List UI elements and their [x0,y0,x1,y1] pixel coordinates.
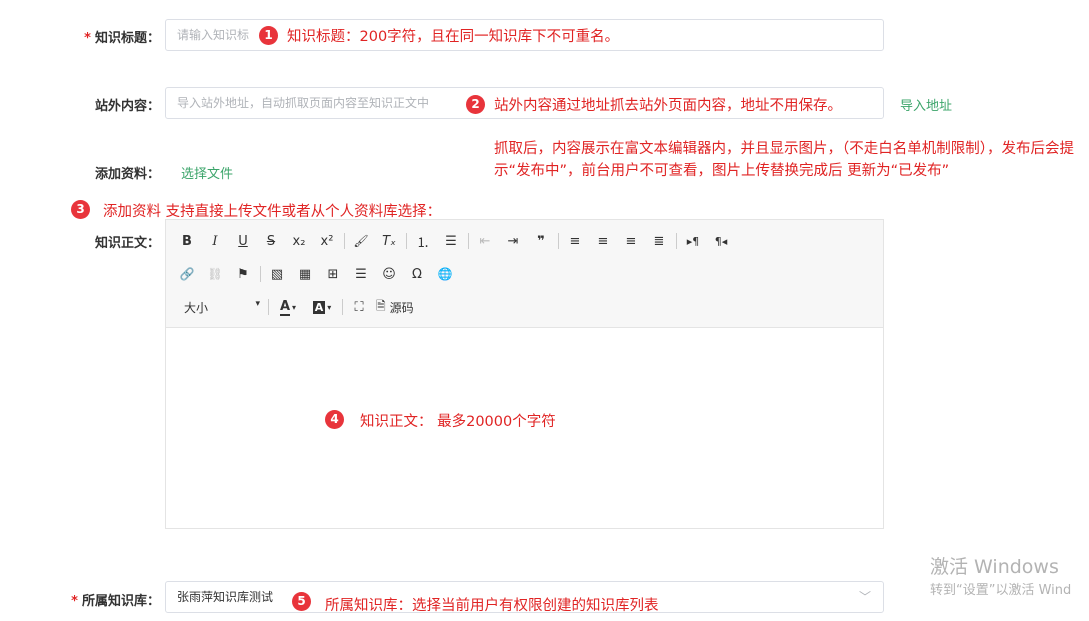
table-icon[interactable]: ⊞ [322,263,344,285]
note-badge-4: 4 [325,410,344,429]
toolbar-separator [558,233,559,249]
bold-icon[interactable]: B [176,230,198,252]
body-label: 知识正文： [94,236,160,251]
align-right-icon[interactable]: ≡ [620,230,642,252]
toolbar-row-2: 🔗 ⛓ ⚑ ▧ ▦ ⊞ ☰ ☺ Ω 🌐 [176,260,462,288]
choose-file-link[interactable]: 选择文件 [181,163,233,182]
library-select-value: 张雨萍知识库测试 [177,590,274,604]
external-note-detail: 抓取后，内容展示在富文本编辑器内，并且显示图片，（不走白名单机制限制），发布后会… [494,141,1074,179]
globe-icon[interactable]: 🌐 [434,263,456,285]
rich-text-editor: B I U Sx₂ x² 🖌 Tₓ ⒈ ☰ ⇤ ⇥ ❞ ≡ ≡ ≡ ≣ ▸¶ ¶◂ 🔗 ⛓ ⚑ ▧ ▦ ⊞ ☰ ☺ Ω 🌐 大小 ▾… [165,219,884,529]
rtl-icon[interactable]: ¶◂ [710,230,732,252]
toolbar-separator [260,266,261,282]
note-badge-5: 5 [292,592,311,611]
format-brush-icon[interactable]: 🖌 [350,230,372,252]
external-input-placeholder: 导入站外地址，自动抓取页面内容至知识正文中 [177,96,430,110]
external-note: 站外内容通过地址抓去站外页面内容，地址不用保存。 [494,94,850,115]
bullet-list-icon[interactable]: ☰ [440,230,462,252]
source-code-icon: 🗎 [376,298,386,313]
editor-toolbar: B I U Sx₂ x² 🖌 Tₓ ⒈ ☰ ⇤ ⇥ ❞ ≡ ≡ ≡ ≣ ▸¶ ¶◂ 🔗 ⛓ ⚑ ▧ ▦ ⊞ ☰ ☺ Ω 🌐 大小 ▾… [166,220,883,328]
superscript-icon[interactable]: x² [316,230,338,252]
link-icon[interactable]: 🔗 [176,263,198,285]
body-note: 知识正文： 最多20000个字符 [360,414,556,430]
chevron-down-icon: ▾ [255,298,260,309]
indent-icon[interactable]: ⇥ [502,230,524,252]
toolbar-row-1: B I U Sx₂ x² 🖌 Tₓ ⒈ ☰ ⇤ ⇥ ❞ ≡ ≡ ≡ ≣ ▸¶ ¶◂ [176,227,738,255]
note-badge-3: 3 [71,200,90,219]
toolbar-separator [406,233,407,249]
quote-icon[interactable]: ❞ [530,230,552,252]
ltr-icon[interactable]: ▸¶ [682,230,704,252]
windows-activation-watermark: 激活 Windows [930,556,1059,578]
attachment-label: 添加资料： [94,167,160,182]
note-badge-2: 2 [466,95,485,114]
font-size-select[interactable]: 大小 ▾ [184,299,260,316]
required-mark: * [71,594,78,609]
unlink-icon[interactable]: ⛓ [204,263,226,285]
clear-format-icon[interactable]: Tₓ [378,230,400,252]
toolbar-row-3: 大小 ▾ A ▾ A ▾ ⛶ 🗎 源码 [176,293,414,321]
subscript-icon[interactable]: x₂ [288,230,310,252]
required-mark: * [84,31,91,46]
fullscreen-icon[interactable]: ⛶ [348,296,370,318]
note-badge-1: 1 [259,26,278,45]
library-note: 所属知识库：选择当前用户有权限创建的知识库列表 [325,598,659,614]
special-char-icon[interactable]: Ω [406,263,428,285]
toolbar-separator [268,299,269,315]
align-left-icon[interactable]: ≡ [564,230,586,252]
underline-icon[interactable]: U [232,230,254,252]
background-color-icon[interactable]: A ▾ [308,296,336,318]
strikethrough-icon[interactable]: S [260,230,282,252]
windows-activation-hint: 转到“设置”以激活 Wind [930,583,1072,598]
outdent-icon[interactable]: ⇤ [474,230,496,252]
media-icon[interactable]: ▦ [294,263,316,285]
horizontal-rule-icon[interactable]: ☰ [350,263,372,285]
font-size-label: 大小 [184,300,209,315]
ordered-list-icon[interactable]: ⒈ [412,230,434,252]
italic-icon[interactable]: I [204,230,226,252]
align-center-icon[interactable]: ≡ [592,230,614,252]
source-code-label: 源码 [389,300,414,315]
anchor-flag-icon[interactable]: ⚑ [232,263,254,285]
attachment-note: 添加资料 支持直接上传文件或者从个人资料库选择： [103,204,442,220]
external-label: 站外内容： [94,99,160,114]
chevron-down-icon: ﹀ [858,590,871,604]
title-input-placeholder: 请输入知识标 [177,28,250,42]
font-color-icon[interactable]: A ▾ [274,296,302,318]
image-icon[interactable]: ▧ [266,263,288,285]
title-note: 知识标题：200字符，且在同一知识库下不可重名。 [287,29,620,45]
import-url-link[interactable]: 导入地址 [900,95,952,114]
toolbar-separator [676,233,677,249]
title-label: * 知识标题： [84,31,160,46]
library-label: * 所属知识库： [71,594,160,609]
toolbar-separator [342,299,343,315]
justify-icon[interactable]: ≣ [648,230,670,252]
emoji-icon[interactable]: ☺ [378,263,400,285]
source-code-button[interactable]: 🗎 源码 [376,297,414,318]
toolbar-separator [468,233,469,249]
toolbar-separator [344,233,345,249]
